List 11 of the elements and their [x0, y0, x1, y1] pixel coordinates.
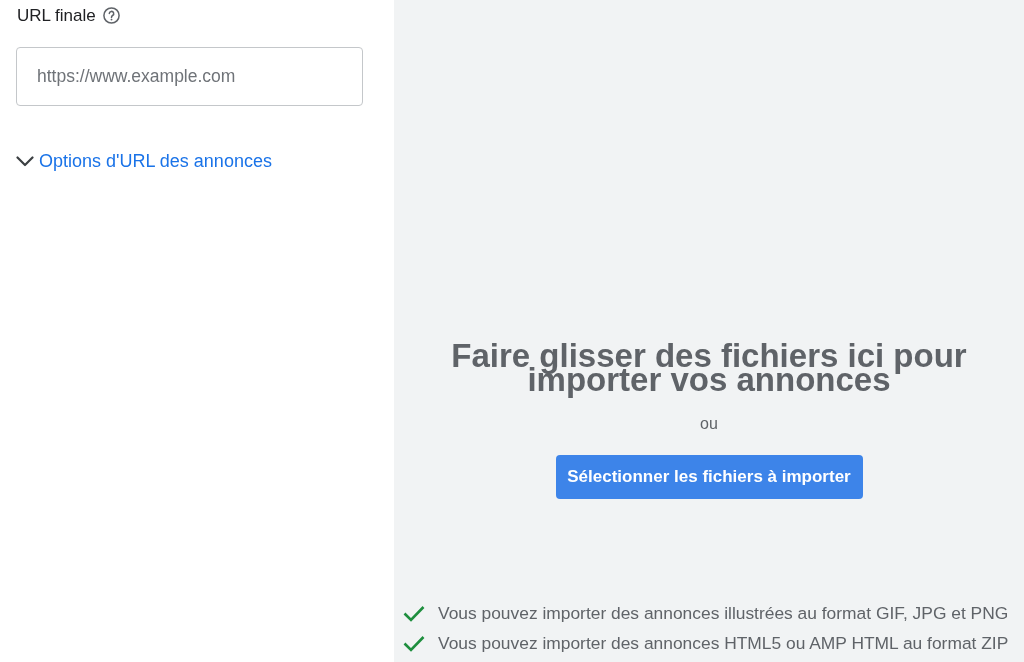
field-label: URL finale	[17, 5, 96, 26]
url-options-link[interactable]: Options d'URL des annonces	[16, 150, 272, 173]
url-input-field[interactable]: https://www.example.com	[16, 47, 363, 106]
help-icon[interactable]	[102, 7, 120, 24]
format-note: Vous pouvez importer des annonces HTML5 ou AMP HTML au format ZIP	[438, 632, 1009, 654]
check-icon	[403, 604, 425, 622]
separator-text: ou	[700, 415, 718, 433]
format-note: Vous pouvez importer des annonces illustrées au format GIF, JPG et PNG	[438, 602, 1009, 624]
select-files-button[interactable]: Sélectionner les fichiers à importer	[555, 455, 863, 499]
drop-heading: Faire glisser des fichiers ici pour importer vos annonces	[450, 336, 968, 400]
check-icon	[403, 634, 425, 652]
